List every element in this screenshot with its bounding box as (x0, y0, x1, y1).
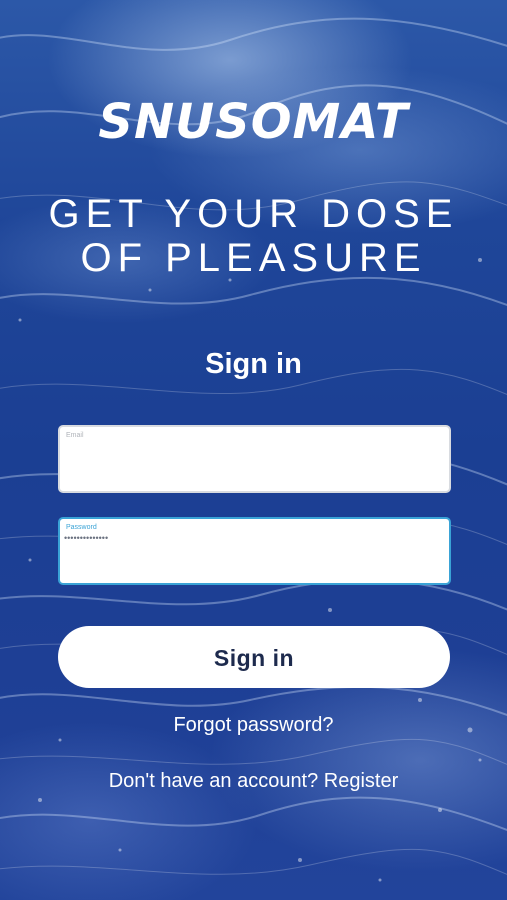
tagline-line-1: GET YOUR DOSE (48, 192, 459, 236)
email-input[interactable] (64, 439, 444, 453)
form-title: Sign in (205, 348, 302, 380)
email-label: Email (66, 432, 84, 439)
email-field[interactable]: Email (58, 425, 451, 493)
password-input[interactable] (64, 531, 444, 545)
tagline-line-2: OF PLEASURE (80, 236, 427, 280)
sign-in-button[interactable]: Sign in (58, 626, 450, 688)
forgot-password-row: Forgot password? (0, 714, 507, 737)
brand-logo: SNUSOMAT (98, 94, 409, 150)
login-screen: SNUSOMAT GET YOUR DOSE OF PLEASURE Sign … (0, 0, 507, 900)
password-label: Password (66, 524, 97, 531)
register-link[interactable]: Don't have an account? Register (109, 770, 399, 792)
register-row: Don't have an account? Register (0, 770, 507, 793)
password-field[interactable]: Password (58, 517, 451, 585)
forgot-password-link[interactable]: Forgot password? (173, 714, 333, 736)
tagline: GET YOUR DOSE OF PLEASURE (0, 192, 507, 280)
